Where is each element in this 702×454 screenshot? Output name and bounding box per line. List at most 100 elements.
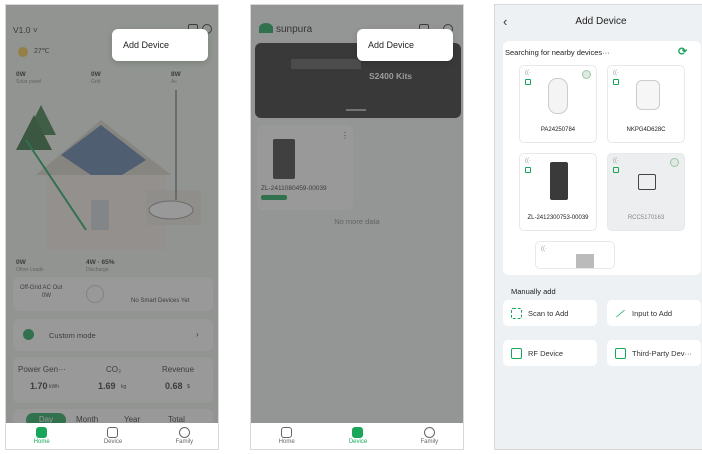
device-card-zl-2412300753[interactable]: ((· ZL-2412300753-00039 xyxy=(519,153,597,231)
tab-home-label: Home xyxy=(278,439,295,445)
third-party-device-button[interactable]: Third-Party Dev··· xyxy=(607,340,701,366)
power-gen-label: Power Gen··· xyxy=(18,365,67,374)
bluetooth-icon xyxy=(525,167,531,173)
tab-device[interactable]: Device xyxy=(77,423,148,449)
add-device-menu-item[interactable]: Add Device xyxy=(357,29,453,61)
rf-device-button[interactable]: RF Device xyxy=(503,340,597,366)
refresh-icon[interactable]: ⟳ xyxy=(678,45,687,58)
device-name: PA24250784 xyxy=(540,127,576,133)
device-name: NKPG4D628C xyxy=(626,127,666,133)
banner-text: S2400 Kits xyxy=(369,71,412,81)
offgrid-value: 0W xyxy=(42,293,51,299)
offgrid-label: Off-Grid AC Out xyxy=(20,285,63,291)
device-thumbnail xyxy=(576,254,594,268)
no-more-data: No more data xyxy=(334,217,380,226)
third-party-label: Third-Party Dev··· xyxy=(632,348,693,358)
tap-icon xyxy=(670,158,679,167)
wifi-icon: ((· xyxy=(541,246,547,252)
device-card-rcc5170163[interactable]: ((· RCC5170163 xyxy=(607,153,685,231)
revenue-label: Revenue xyxy=(162,365,195,374)
tab-family-label: Family xyxy=(420,439,439,445)
battery-device-image xyxy=(273,139,295,179)
rf-device-label: RF Device xyxy=(528,348,564,358)
tab-home-label: Home xyxy=(33,439,50,445)
device-icon xyxy=(107,427,119,438)
battery-value: 4W · 65% xyxy=(86,259,115,266)
input-to-add-button[interactable]: Input to Add xyxy=(607,300,701,326)
device-name: ZL-2412300753-00039 xyxy=(527,215,589,221)
banner-pagination xyxy=(346,109,366,111)
charger-image xyxy=(548,78,568,114)
bluetooth-icon xyxy=(613,167,619,173)
device-status-icons xyxy=(261,195,287,200)
device-name: RCC5170163 xyxy=(627,215,665,221)
tab-device[interactable]: Device xyxy=(322,423,393,449)
home-icon xyxy=(36,427,48,438)
tab-home[interactable]: Home xyxy=(251,423,322,449)
banner-product-image xyxy=(291,59,361,69)
add-device-menu-item[interactable]: Add Device xyxy=(112,29,208,61)
brand-name: sunpura xyxy=(276,24,313,35)
grid-value: 0W xyxy=(91,71,101,78)
weather-temp: 27℃ xyxy=(34,48,50,55)
tab-family-label: Family xyxy=(175,439,194,445)
revenue-unit: $ xyxy=(187,384,190,390)
device-icon xyxy=(352,427,364,438)
home-screen: V1.0 ˅ 27℃ 0W Solar panel 0W Grid 8W Ac … xyxy=(5,4,219,450)
device-screen: sunpura S2400 Kits ⋮ ZL-2411080459-00039… xyxy=(250,4,464,450)
battery-image xyxy=(550,162,568,200)
tab-home[interactable]: Home xyxy=(6,423,77,449)
sunpura-logo-icon xyxy=(259,23,273,33)
device-card-partial[interactable]: ((· xyxy=(535,241,615,269)
co2-unit: kg xyxy=(121,384,127,390)
lock-icon xyxy=(638,174,656,190)
scan-to-add-button[interactable]: Scan to Add xyxy=(503,300,597,326)
home-icon xyxy=(281,427,293,438)
power-icon[interactable] xyxy=(86,285,104,303)
pencil-icon xyxy=(615,309,626,317)
scan-icon xyxy=(511,307,522,319)
battery-label: Discharge xyxy=(86,267,109,273)
more-icon[interactable]: ⋮ xyxy=(341,131,349,140)
tab-device-label: Device xyxy=(103,439,123,445)
bottom-tab-bar: Home Device Family xyxy=(251,423,463,449)
house-illustration xyxy=(16,90,201,250)
mode-label: Custom mode xyxy=(49,331,96,340)
co2-label: CO₂ xyxy=(106,365,122,374)
device-card-pa24250784[interactable]: ((· PA24250784 xyxy=(519,65,597,143)
loads-label: Other Loads xyxy=(16,267,44,273)
smart-devices-text: No Smart Devices Yet xyxy=(131,298,190,304)
tab-family[interactable]: Family xyxy=(394,423,463,449)
mode-gear-icon xyxy=(23,329,34,340)
page-title: Add Device xyxy=(575,16,627,27)
smart-plug-image xyxy=(636,80,660,110)
solar-value: 0W xyxy=(16,71,26,78)
add-device-screen: ‹ Add Device Searching for nearby device… xyxy=(494,4,702,450)
power-gen-unit: kWh xyxy=(49,384,59,390)
device-card-nkpg4d628c[interactable]: ((· NKPG4D628C xyxy=(607,65,685,143)
scan-to-add-label: Scan to Add xyxy=(528,308,569,318)
family-icon xyxy=(178,427,190,438)
bottom-tab-bar: Home Device Family xyxy=(6,423,218,449)
mode-card[interactable] xyxy=(13,319,213,351)
ac-value: 8W xyxy=(171,71,181,78)
wifi-icon: ((· xyxy=(613,158,619,164)
tab-device-label: Device xyxy=(348,439,368,445)
tab-family[interactable]: Family xyxy=(149,423,218,449)
input-to-add-label: Input to Add xyxy=(632,308,673,318)
rf-device-icon xyxy=(511,347,522,359)
version-selector[interactable]: V1.0 ˅ xyxy=(13,25,38,35)
revenue-value: 0.68 xyxy=(165,381,183,391)
wifi-icon: ((· xyxy=(525,158,531,164)
chevron-right-icon: › xyxy=(196,330,199,339)
stats-card xyxy=(13,357,213,403)
sun-icon xyxy=(18,47,28,57)
family-icon xyxy=(423,427,435,438)
third-party-icon xyxy=(615,347,626,359)
bluetooth-icon xyxy=(613,79,619,85)
searching-label: Searching for nearby devices··· xyxy=(505,48,610,57)
manual-add-label: Manually add xyxy=(511,287,556,296)
loads-value: 0W xyxy=(16,259,26,266)
co2-value: 1.69 xyxy=(98,381,116,391)
device-name: ZL-2411080459-00039 xyxy=(261,185,327,192)
